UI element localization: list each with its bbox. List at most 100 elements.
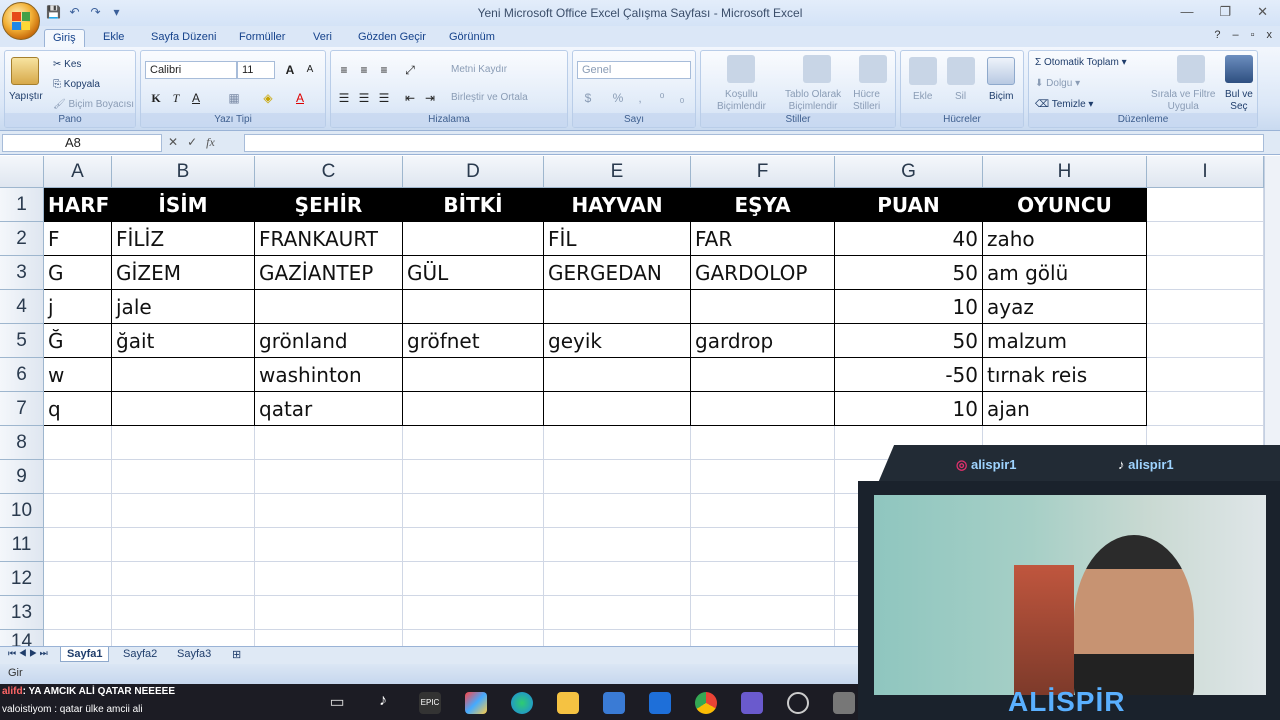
- grow-font-button[interactable]: A: [281, 61, 299, 79]
- sheet-tab[interactable]: Sayfa2: [117, 647, 163, 661]
- merge-center-button[interactable]: Birleştir ve Ortala: [451, 92, 528, 103]
- empty-cell[interactable]: [1147, 188, 1264, 222]
- font-name-combo[interactable]: Calibri: [145, 61, 237, 79]
- empty-cell[interactable]: [691, 426, 835, 460]
- ribbon-minimize-icon[interactable]: –: [1232, 29, 1238, 41]
- table-cell[interactable]: jale: [112, 290, 255, 324]
- delete-cells-button[interactable]: Sil: [955, 91, 966, 102]
- row-header[interactable]: 3: [0, 256, 44, 290]
- decrease-decimal-icon[interactable]: ₀: [673, 89, 691, 107]
- restore-icon[interactable]: ❐: [1219, 4, 1231, 20]
- paste-icon[interactable]: [11, 57, 39, 85]
- table-cell[interactable]: Ğ: [44, 324, 112, 358]
- align-center-icon[interactable]: ☰: [355, 89, 373, 107]
- table-cell[interactable]: malzum: [983, 324, 1147, 358]
- table-header-cell[interactable]: BİTKİ: [403, 188, 544, 222]
- underline-button[interactable]: A: [187, 89, 205, 107]
- empty-cell[interactable]: [1147, 324, 1264, 358]
- table-cell[interactable]: w: [44, 358, 112, 392]
- close-icon[interactable]: ✕: [1257, 4, 1268, 20]
- format-as-table-button[interactable]: Tablo Olarak Biçimlendir: [785, 89, 841, 113]
- row-header[interactable]: 13: [0, 596, 44, 630]
- empty-cell[interactable]: [1147, 358, 1264, 392]
- format-cells-button[interactable]: Biçim: [989, 91, 1013, 102]
- increase-indent-icon[interactable]: ⇥: [421, 89, 439, 107]
- table-cell[interactable]: FAR: [691, 222, 835, 256]
- tab-home[interactable]: Giriş: [44, 29, 85, 49]
- sheet-nav-icons[interactable]: ⏮ ◀ ▶ ⏭: [2, 647, 54, 660]
- comma-icon[interactable]: ,: [631, 89, 649, 107]
- help-icon[interactable]: ?: [1214, 29, 1220, 41]
- table-header-cell[interactable]: PUAN: [835, 188, 983, 222]
- autosum-button[interactable]: Σ Otomatik Toplam ▾: [1035, 57, 1127, 68]
- empty-cell[interactable]: [44, 562, 112, 596]
- calculator-icon[interactable]: [833, 692, 855, 714]
- orientation-icon[interactable]: ⤢: [401, 61, 419, 79]
- column-header[interactable]: A: [44, 156, 112, 188]
- column-header[interactable]: D: [403, 156, 544, 188]
- row-header[interactable]: 6: [0, 358, 44, 392]
- row-header[interactable]: 11: [0, 528, 44, 562]
- empty-cell[interactable]: [112, 494, 255, 528]
- format-painter-button[interactable]: 🖌 Biçim Boyacısı: [53, 99, 134, 110]
- empty-cell[interactable]: [255, 562, 403, 596]
- row-header[interactable]: 10: [0, 494, 44, 528]
- table-cell[interactable]: [112, 392, 255, 426]
- table-cell[interactable]: [544, 290, 691, 324]
- enter-icon[interactable]: ✓: [187, 135, 197, 150]
- table-cell[interactable]: zaho: [983, 222, 1147, 256]
- row-header[interactable]: 12: [0, 562, 44, 596]
- row-header[interactable]: 8: [0, 426, 44, 460]
- empty-cell[interactable]: [544, 528, 691, 562]
- font-color-button[interactable]: A: [291, 89, 309, 107]
- empty-cell[interactable]: [1147, 290, 1264, 324]
- percent-icon[interactable]: %: [609, 89, 627, 107]
- empty-cell[interactable]: [403, 528, 544, 562]
- table-cell[interactable]: GERGEDAN: [544, 256, 691, 290]
- table-cell[interactable]: [255, 290, 403, 324]
- table-cell[interactable]: ajan: [983, 392, 1147, 426]
- fill-button[interactable]: ⬇ Dolgu ▾: [1035, 78, 1080, 89]
- table-cell[interactable]: 50: [835, 324, 983, 358]
- fill-color-button[interactable]: ◈: [259, 89, 277, 107]
- vertical-scrollbar[interactable]: [1264, 156, 1280, 456]
- column-header[interactable]: I: [1147, 156, 1264, 188]
- empty-cell[interactable]: [403, 460, 544, 494]
- table-cell[interactable]: F: [44, 222, 112, 256]
- find-select-button[interactable]: Bul ve Seç: [1225, 89, 1253, 113]
- empty-cell[interactable]: [255, 528, 403, 562]
- cell-styles-button[interactable]: Hücre Stilleri: [853, 89, 880, 113]
- table-cell[interactable]: j: [44, 290, 112, 324]
- table-cell[interactable]: [112, 358, 255, 392]
- row-header[interactable]: 5: [0, 324, 44, 358]
- sheet-tab[interactable]: Sayfa3: [171, 647, 217, 661]
- name-box[interactable]: A8: [2, 134, 162, 152]
- empty-cell[interactable]: [255, 494, 403, 528]
- table-cell[interactable]: [403, 392, 544, 426]
- empty-cell[interactable]: [255, 426, 403, 460]
- table-header-cell[interactable]: İSİM: [112, 188, 255, 222]
- cut-button[interactable]: ✂ Kes: [53, 59, 81, 70]
- cancel-icon[interactable]: ✕: [168, 135, 178, 150]
- file-explorer-icon[interactable]: [557, 692, 579, 714]
- empty-cell[interactable]: [544, 426, 691, 460]
- davinci-icon[interactable]: [741, 692, 763, 714]
- empty-cell[interactable]: [691, 562, 835, 596]
- empty-cell[interactable]: [255, 460, 403, 494]
- ribbon-close-icon[interactable]: x: [1267, 29, 1273, 41]
- row-header[interactable]: 7: [0, 392, 44, 426]
- minimize-icon[interactable]: —: [1180, 4, 1193, 20]
- tab-view[interactable]: Görünüm: [441, 29, 503, 45]
- table-cell[interactable]: -50: [835, 358, 983, 392]
- empty-cell[interactable]: [403, 562, 544, 596]
- empty-cell[interactable]: [44, 460, 112, 494]
- empty-cell[interactable]: [691, 596, 835, 630]
- table-cell[interactable]: gröfnet: [403, 324, 544, 358]
- empty-cell[interactable]: [112, 596, 255, 630]
- function-icon[interactable]: fx: [206, 135, 215, 150]
- column-header[interactable]: H: [983, 156, 1147, 188]
- copilot-icon[interactable]: [465, 692, 487, 714]
- table-cell[interactable]: q: [44, 392, 112, 426]
- table-cell[interactable]: tırnak reis: [983, 358, 1147, 392]
- italic-button[interactable]: T: [167, 89, 185, 107]
